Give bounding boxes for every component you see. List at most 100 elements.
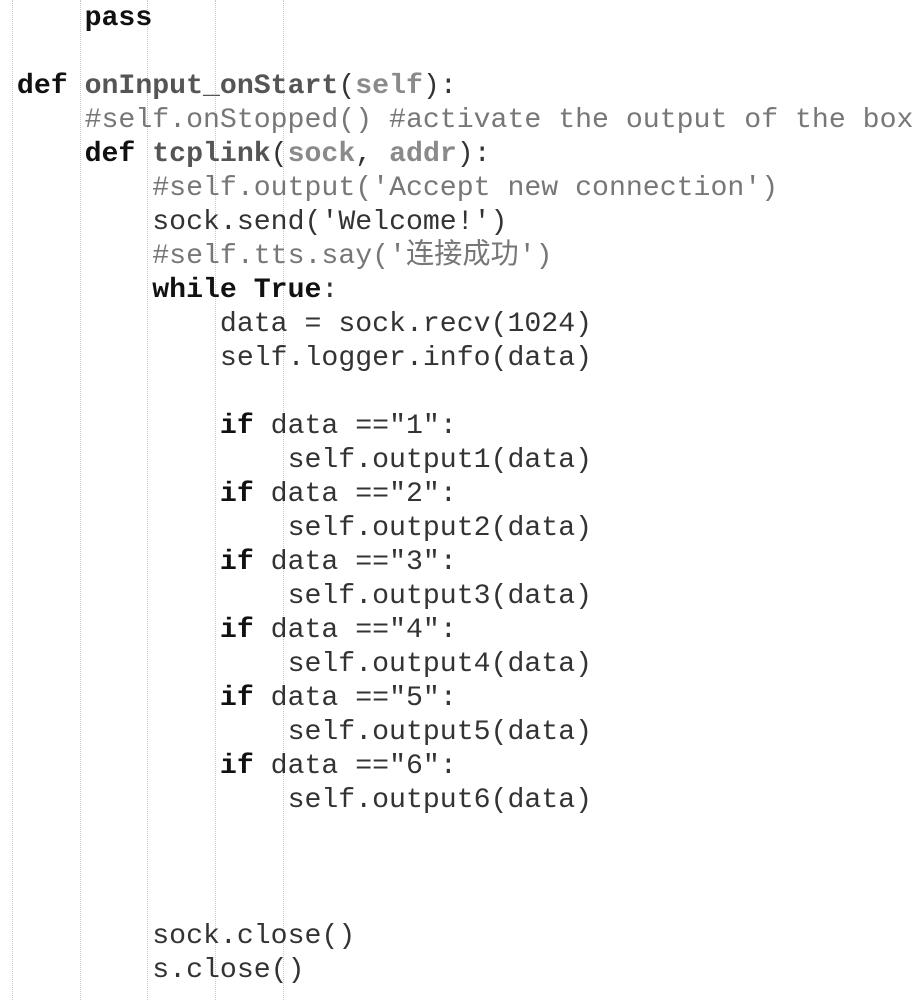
keyword-token: def [16, 71, 68, 102]
code-line: if data =="5": [0, 682, 913, 716]
code-editor[interactable]: pass def onInput_onStart(self): #self.on… [0, 2, 914, 988]
code-token: self.output6(data) [287, 785, 593, 816]
code-line: self.output1(data) [0, 444, 913, 478]
code-line: if data =="1": [0, 410, 913, 444]
code-token: self.output3(data) [287, 581, 593, 612]
code-line [0, 36, 913, 70]
keyword-token: while [152, 275, 237, 306]
code-token: : [321, 275, 339, 306]
code-token: ): [456, 139, 491, 170]
keyword-token: if [219, 683, 254, 714]
comment-token: #self.tts.say('连接成功') [152, 241, 553, 272]
code-line: data = sock.recv(1024) [0, 308, 913, 342]
code-token: data =="5": [253, 683, 457, 714]
code-token: data =="4": [253, 615, 457, 646]
code-token: s.close() [152, 955, 305, 986]
code-line [0, 376, 913, 410]
code-line: self.output3(data) [0, 580, 913, 614]
code-token: data =="2": [253, 479, 457, 510]
code-line: self.output6(data) [0, 784, 913, 818]
keyword-token: True [253, 275, 322, 306]
keyword-token: pass [84, 3, 153, 34]
code-token: self.output2(data) [287, 513, 593, 544]
code-token: data =="6": [253, 751, 457, 782]
code-line: pass [0, 2, 913, 36]
code-line: #self.onStopped() #activate the output o… [0, 104, 914, 138]
code-token: self.output4(data) [287, 649, 593, 680]
parameter-token: self [355, 71, 423, 102]
keyword-token: if [219, 411, 254, 442]
code-token: data =="3": [253, 547, 457, 578]
code-line: self.output5(data) [0, 716, 913, 750]
comment-token: #self.onStopped() #activate the output o… [84, 105, 914, 136]
code-token: sock.send('Welcome!') [152, 207, 508, 238]
code-line: sock.close() [0, 920, 913, 954]
keyword-token: if [219, 751, 254, 782]
code-token: self.logger.info(data) [219, 343, 593, 374]
code-line: sock.send('Welcome!') [0, 206, 913, 240]
code-line [0, 818, 913, 852]
code-token: ( [338, 71, 356, 102]
code-line: #self.tts.say('连接成功') [0, 240, 913, 274]
code-line: self.output4(data) [0, 648, 913, 682]
code-line: if data =="4": [0, 614, 913, 648]
code-token: data =="1": [253, 411, 457, 442]
function-name-token: tcplink [152, 139, 271, 170]
keyword-token: if [219, 479, 254, 510]
code-line: if data =="3": [0, 546, 913, 580]
parameter-token: sock [287, 139, 356, 170]
code-line: def onInput_onStart(self): [0, 70, 913, 104]
code-line: self.output2(data) [0, 512, 913, 546]
keyword-token: def [84, 139, 136, 170]
comment-token: #self.output('Accept new connection') [152, 173, 779, 204]
code-line [0, 886, 913, 920]
code-line: s.close() [0, 954, 913, 988]
code-line: def tcplink(sock, addr): [0, 138, 913, 172]
code-token: sock.close() [152, 921, 356, 952]
code-token: self.output5(data) [287, 717, 593, 748]
function-name-token: onInput_onStart [84, 71, 339, 102]
code-token: , [355, 139, 390, 170]
code-line: if data =="2": [0, 478, 913, 512]
code-line [0, 852, 913, 886]
parameter-token: addr [389, 139, 457, 170]
keyword-token: if [219, 615, 254, 646]
code-line: if data =="6": [0, 750, 913, 784]
code-token: data = sock.recv(1024) [219, 309, 593, 340]
keyword-token: if [219, 547, 254, 578]
code-line: #self.output('Accept new connection') [0, 172, 913, 206]
code-token: ): [422, 71, 457, 102]
code-token: self.output1(data) [287, 445, 593, 476]
